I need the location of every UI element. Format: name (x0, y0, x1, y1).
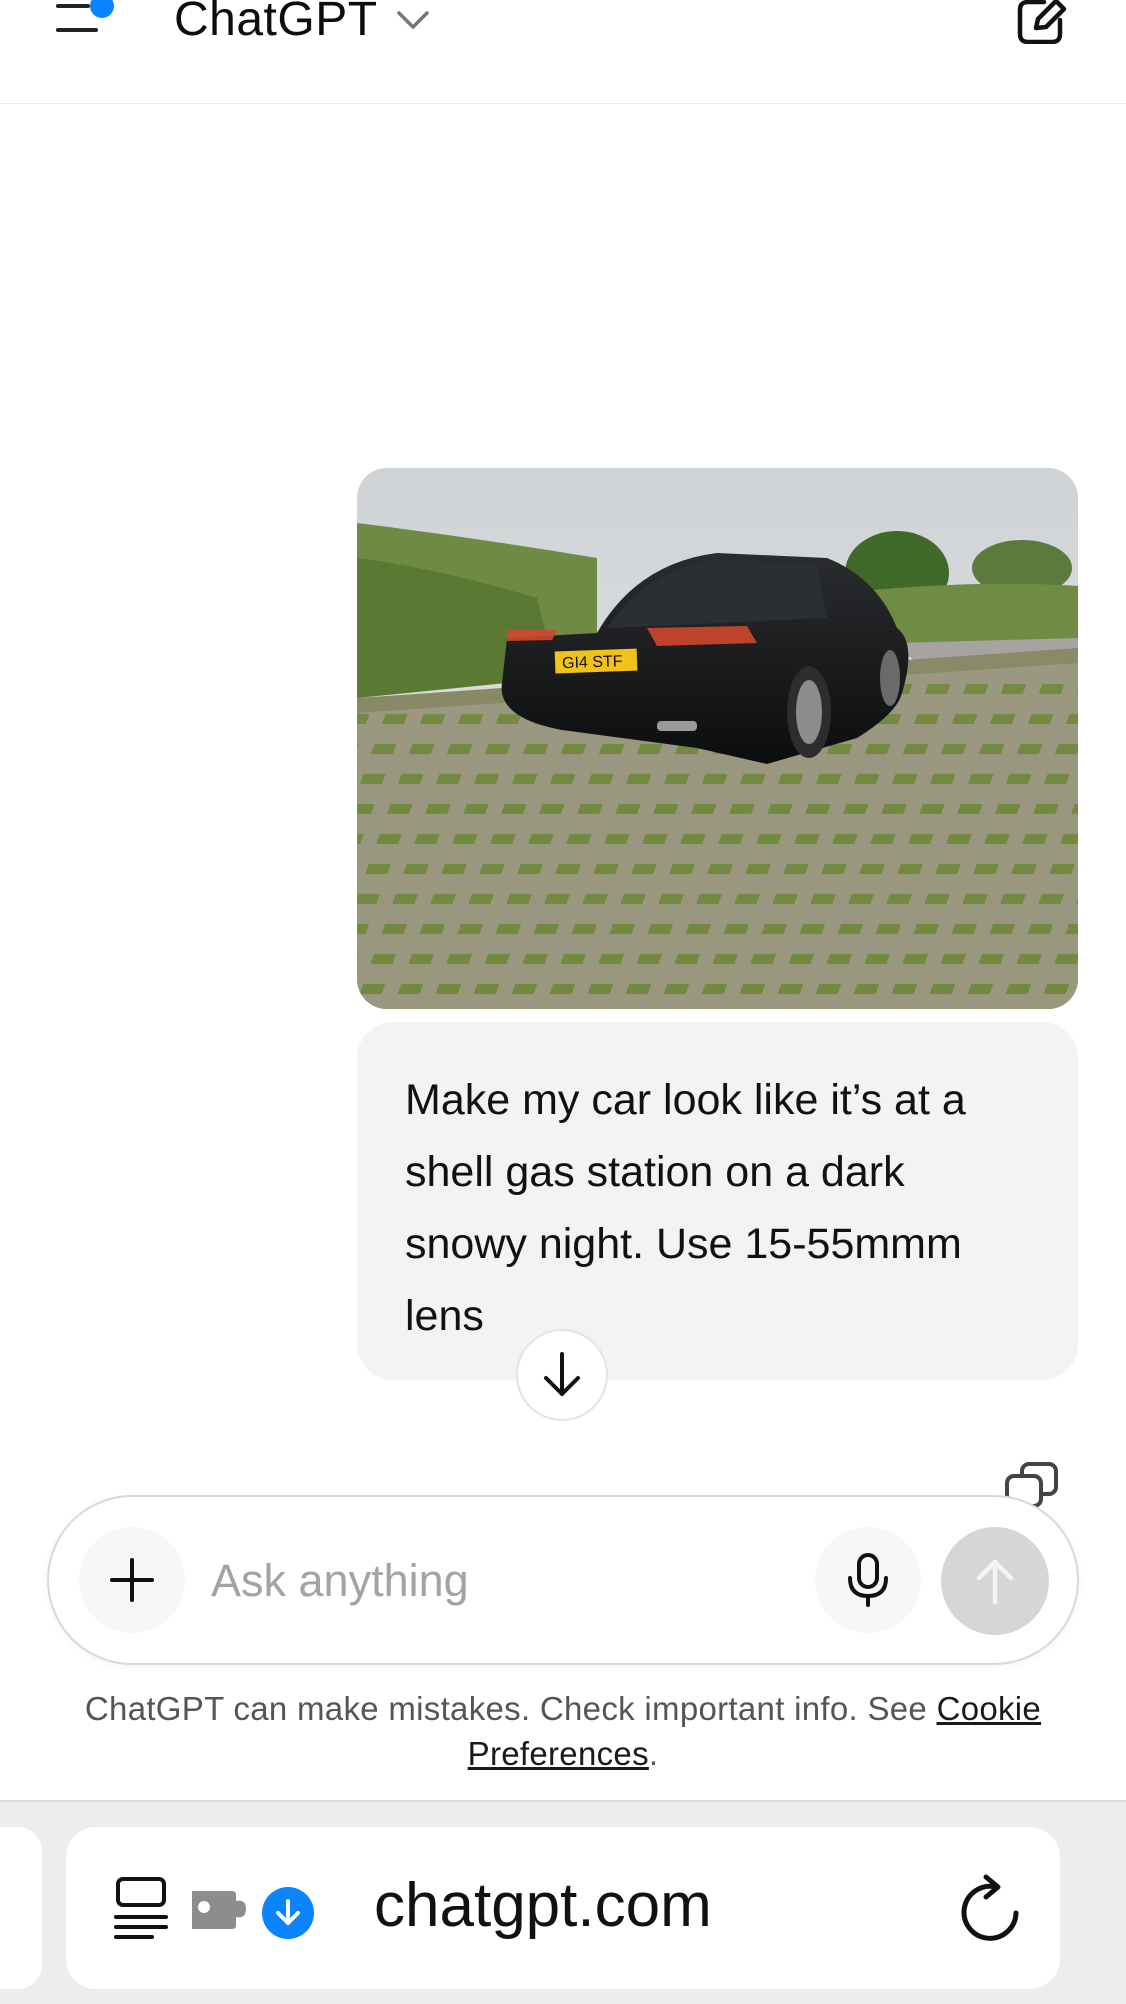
message-composer (47, 1495, 1079, 1665)
plus-icon (110, 1558, 154, 1602)
reader-icon[interactable] (112, 1875, 170, 1941)
user-message-bubble: Make my car look like it’s at a shell ga… (357, 1022, 1078, 1380)
address-bar[interactable]: chatgpt.com (66, 1827, 1060, 1989)
license-plate: GI4 STF (562, 653, 623, 672)
scroll-to-bottom-button[interactable] (516, 1329, 608, 1421)
extension-icon[interactable] (188, 1883, 250, 1935)
app-title: ChatGPT (174, 0, 378, 46)
voice-input-button[interactable] (815, 1527, 921, 1633)
add-attachment-button[interactable] (79, 1527, 185, 1633)
reload-button[interactable] (956, 1873, 1024, 1945)
attached-car-photo[interactable]: GI4 STF (357, 468, 1078, 1009)
send-button[interactable] (941, 1527, 1049, 1635)
model-selector[interactable]: ChatGPT (174, 0, 430, 52)
download-badge[interactable] (262, 1887, 314, 1939)
arrow-down-icon (544, 1352, 580, 1396)
reload-icon (961, 1874, 1019, 1941)
sidebar-menu-button[interactable] (52, 0, 122, 40)
top-bar: ChatGPT (0, 0, 1126, 105)
send-arrow-icon (976, 1559, 1014, 1605)
chevron-down-icon (396, 11, 429, 29)
new-chat-button[interactable] (1016, 0, 1068, 45)
car-image: GI4 STF (357, 468, 1078, 1009)
mic-icon (848, 1553, 888, 1607)
disclaimer-end: . (648, 1735, 659, 1772)
ask-input[interactable] (209, 1535, 833, 1627)
user-message-text: Make my car look like it’s at a shell ga… (405, 1076, 966, 1340)
notification-dot (90, 0, 114, 18)
menu-icon (56, 0, 114, 32)
disclaimer-text: ChatGPT can make mistakes. Check importa… (84, 1690, 937, 1727)
url-text[interactable]: chatgpt.com (374, 1865, 712, 1947)
previous-tab[interactable] (0, 1827, 42, 1989)
disclaimer: ChatGPT can make mistakes. Check importa… (20, 1686, 1106, 1776)
download-icon (276, 1899, 300, 1925)
new-chat-icon (1017, 0, 1067, 45)
browser-toolbar: chatgpt.com (0, 1800, 1126, 2004)
